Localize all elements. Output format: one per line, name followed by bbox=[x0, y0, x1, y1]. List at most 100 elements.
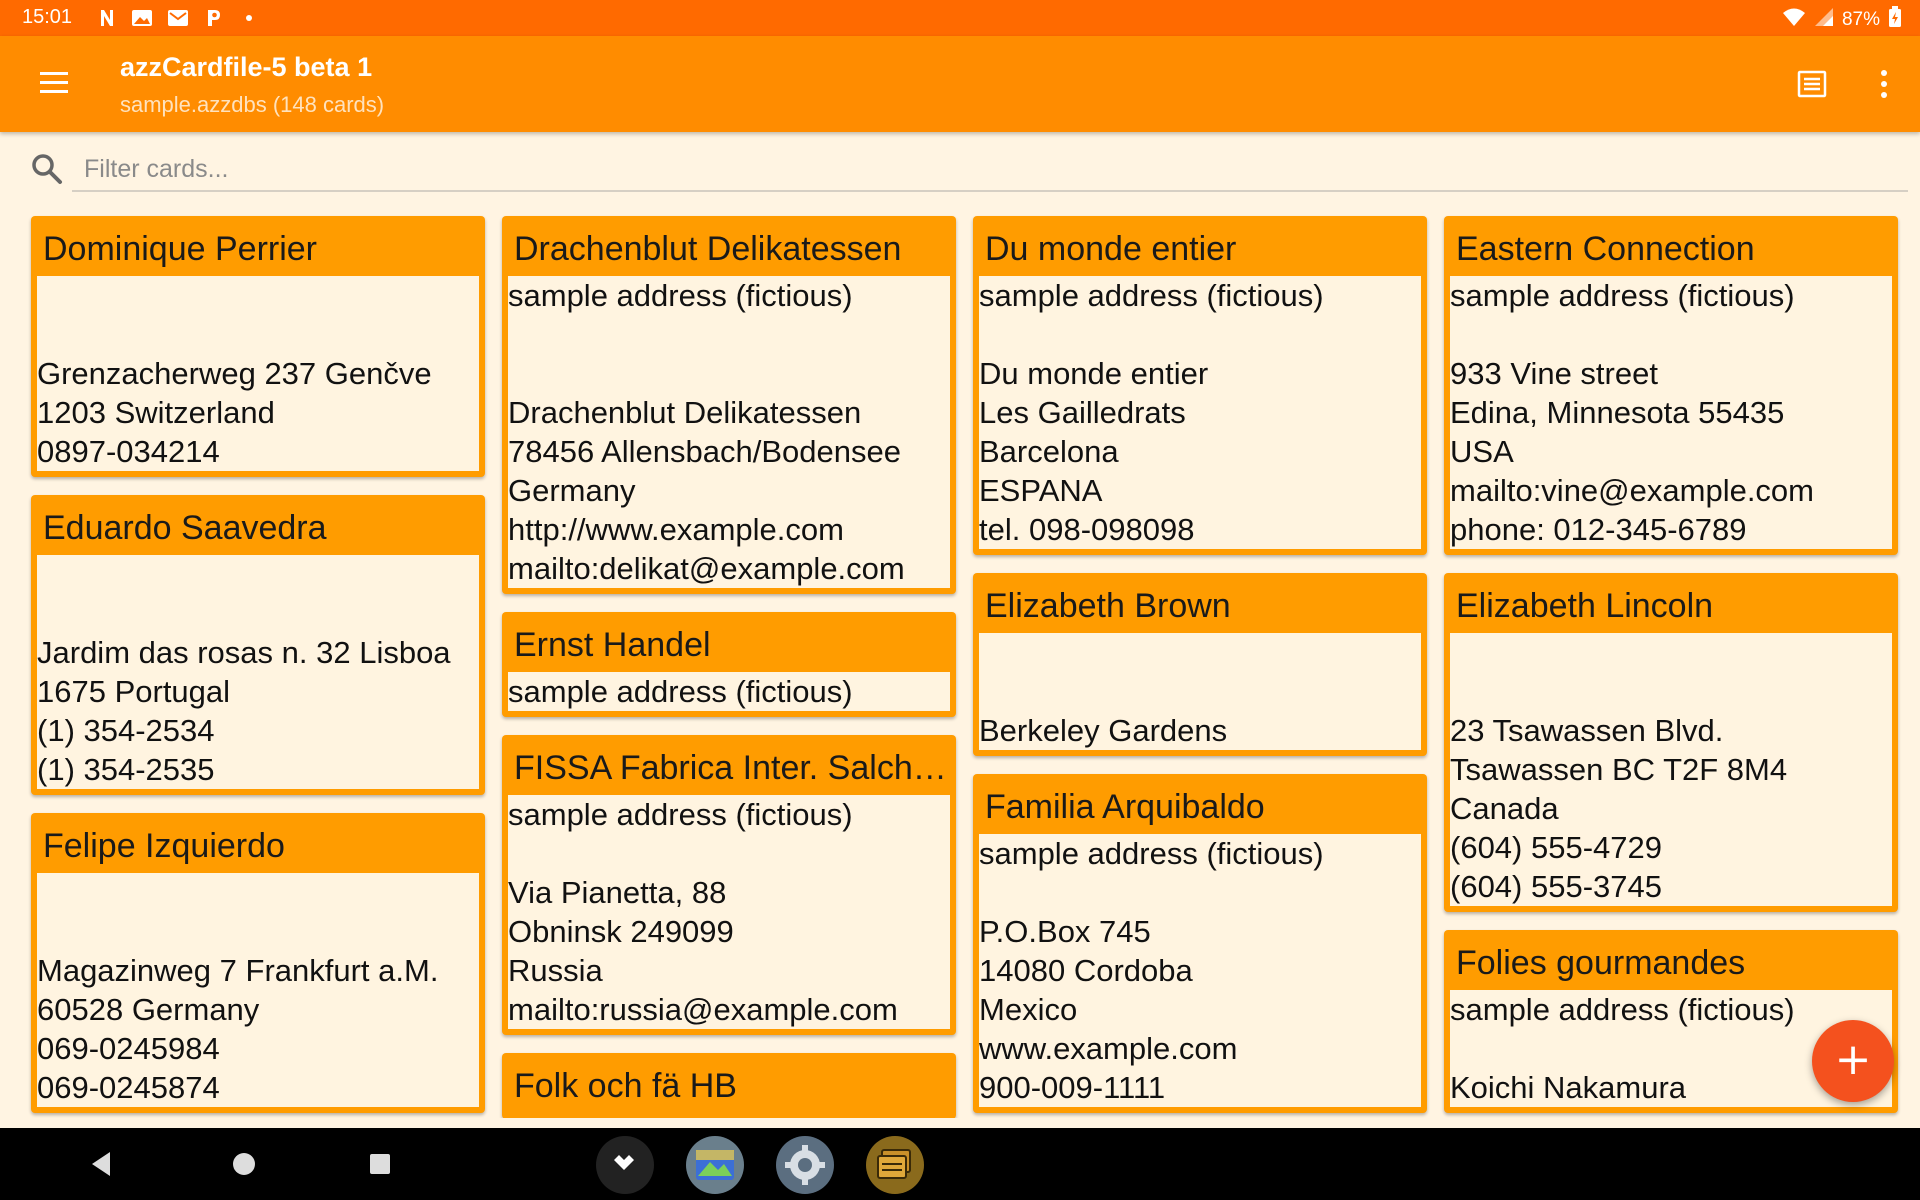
status-time: 15:01 bbox=[22, 6, 73, 28]
card-line: www.example.com bbox=[979, 1031, 1238, 1066]
card-title: Elizabeth Lincoln bbox=[1456, 587, 1714, 625]
card[interactable]: Familia Arquibaldo sample address (fictio… bbox=[973, 774, 1427, 1113]
mail-icon bbox=[166, 7, 190, 29]
signal-icon bbox=[1814, 7, 1834, 33]
card-line: Russia bbox=[508, 953, 603, 988]
card-title: Drachenblut Delikatessen bbox=[514, 230, 902, 268]
card[interactable]: FISSA Fabrica Inter. Salchichas S.A. samp… bbox=[502, 735, 956, 1035]
card-line: (1) 354-2534 bbox=[37, 713, 215, 748]
card-line: (604) 555-3745 bbox=[1450, 869, 1662, 904]
card-line: 933 Vine street bbox=[1450, 356, 1658, 391]
status-right: 87% bbox=[1782, 6, 1902, 34]
home-icon[interactable] bbox=[222, 1142, 266, 1186]
card-column-3: Du monde entier sample address (fictious)… bbox=[973, 216, 1427, 1118]
add-card-button[interactable]: + bbox=[1812, 1020, 1894, 1102]
card-body: sample address (fictious) Via Pianetta, 8… bbox=[508, 795, 950, 1029]
overflow-menu-icon[interactable] bbox=[1868, 66, 1900, 102]
card-line: sample address (fictious) bbox=[979, 836, 1324, 871]
card-line: (1) 354-2535 bbox=[37, 752, 215, 787]
card-title: Du monde entier bbox=[985, 230, 1237, 268]
card-line: P.O.Box 745 bbox=[979, 914, 1151, 949]
battery-icon bbox=[1888, 6, 1902, 34]
card-line bbox=[37, 315, 479, 354]
card-line: mailto:russia@example.com bbox=[508, 992, 898, 1027]
card-line: tel. 098-098098 bbox=[979, 512, 1195, 547]
dot-icon bbox=[244, 7, 254, 29]
card-line bbox=[37, 594, 479, 633]
card-line: phone: 012-345-6789 bbox=[1450, 512, 1747, 547]
card-line: Grenzacherweg 237 Genčve bbox=[37, 356, 432, 391]
card-line: sample address (fictious) bbox=[508, 797, 853, 832]
card-line: Jardim das rosas n. 32 Lisboa bbox=[37, 635, 451, 670]
card-line: sample address (fictious) bbox=[1450, 992, 1795, 1027]
card[interactable]: Folk och fä HB bbox=[502, 1053, 956, 1118]
card-line: USA bbox=[1450, 434, 1514, 469]
card-line bbox=[37, 912, 479, 951]
n-app-icon bbox=[98, 7, 116, 29]
card-line bbox=[1450, 672, 1892, 711]
card[interactable]: Elizabeth Brown Berkeley Gardens bbox=[973, 573, 1427, 756]
card-line: ESPANA bbox=[979, 473, 1103, 508]
card-line: Barcelona bbox=[979, 434, 1119, 469]
card-line bbox=[37, 873, 479, 912]
card-body: Jardim das rosas n. 32 Lisboa 1675 Portug… bbox=[37, 555, 479, 789]
card-line: Canada bbox=[1450, 791, 1559, 826]
search-icon bbox=[30, 152, 64, 186]
card[interactable]: Drachenblut Delikatessen sample address (… bbox=[502, 216, 956, 594]
card-line: Germany bbox=[508, 473, 636, 508]
card-title: Folies gourmandes bbox=[1456, 944, 1746, 982]
back-icon[interactable] bbox=[80, 1142, 124, 1186]
card[interactable]: Felipe Izquierdo Magazinweg 7 Frankfurt a… bbox=[31, 813, 485, 1113]
gallery-app-icon[interactable] bbox=[686, 1136, 744, 1194]
card-line: 0897-034214 bbox=[37, 434, 220, 469]
card-title: Eduardo Saavedra bbox=[43, 509, 327, 547]
card-body: sample address (fictious) 933 Vine street… bbox=[1450, 276, 1892, 549]
card-line: 069-0245984 bbox=[37, 1031, 220, 1066]
list-view-icon[interactable] bbox=[1796, 68, 1828, 100]
card[interactable]: Eduardo Saavedra Jardim das rosas n. 32 L… bbox=[31, 495, 485, 795]
card-line bbox=[979, 315, 1421, 354]
card-line: 60528 Germany bbox=[37, 992, 260, 1027]
status-bar: 15:01 87% bbox=[0, 0, 1920, 36]
card-line: 1203 Switzerland bbox=[37, 395, 275, 430]
wifi-icon bbox=[1782, 7, 1806, 33]
card-line bbox=[37, 276, 479, 315]
card-line: Obninsk 249099 bbox=[508, 914, 734, 949]
card-line bbox=[508, 315, 950, 354]
app-subtitle: sample.azzdbs (148 cards) bbox=[120, 92, 385, 117]
settings-app-icon[interactable] bbox=[776, 1136, 834, 1194]
card-title: Felipe Izquierdo bbox=[43, 827, 285, 865]
card-title: Familia Arquibaldo bbox=[985, 788, 1265, 826]
p-app-icon bbox=[204, 7, 222, 29]
card[interactable]: Elizabeth Lincoln 23 Tsawassen Blvd. Tsawa… bbox=[1444, 573, 1898, 912]
card-line: mailto:delikat@example.com bbox=[508, 551, 905, 586]
card-line: Tsawassen BC T2F 8M4 bbox=[1450, 752, 1788, 787]
card-line bbox=[508, 354, 950, 393]
tidal-app-icon[interactable] bbox=[596, 1136, 654, 1194]
card-body: Grenzacherweg 237 Genčve 1203 Switzerland… bbox=[37, 276, 479, 471]
menu-icon[interactable] bbox=[36, 66, 72, 102]
card-line bbox=[37, 555, 479, 594]
card-line: Les Gailledrats bbox=[979, 395, 1186, 430]
card[interactable]: Eastern Connection sample address (fictio… bbox=[1444, 216, 1898, 555]
card-title: Folk och fä HB bbox=[514, 1067, 737, 1105]
card-title: Elizabeth Brown bbox=[985, 587, 1231, 625]
card-column-2: Drachenblut Delikatessen sample address (… bbox=[502, 216, 956, 1118]
recents-icon[interactable] bbox=[358, 1142, 402, 1186]
card-line bbox=[979, 873, 1421, 912]
card-body: Magazinweg 7 Frankfurt a.M. 60528 Germany… bbox=[37, 873, 479, 1107]
card[interactable]: Du monde entier sample address (fictious)… bbox=[973, 216, 1427, 555]
card-body: sample address (fictious) P.O.Box 745 1408… bbox=[979, 834, 1421, 1107]
card-body: Berkeley Gardens bbox=[979, 633, 1421, 750]
navigation-bar bbox=[0, 1128, 1920, 1200]
card-line: sample address (fictious) bbox=[508, 278, 853, 313]
card-line: sample address (fictious) bbox=[1450, 278, 1795, 313]
cardfile-app-icon[interactable] bbox=[866, 1136, 924, 1194]
card[interactable]: Dominique Perrier Grenzacherweg 237 Genčv… bbox=[31, 216, 485, 477]
card-line bbox=[508, 834, 950, 873]
battery-percent: 87% bbox=[1841, 9, 1880, 30]
card[interactable]: Ernst Handel sample address (fictious) bbox=[502, 612, 956, 717]
card-line: 1675 Portugal bbox=[37, 674, 231, 709]
filter-cards-input[interactable] bbox=[72, 148, 1908, 192]
card-line: sample address (fictious) bbox=[979, 278, 1324, 313]
